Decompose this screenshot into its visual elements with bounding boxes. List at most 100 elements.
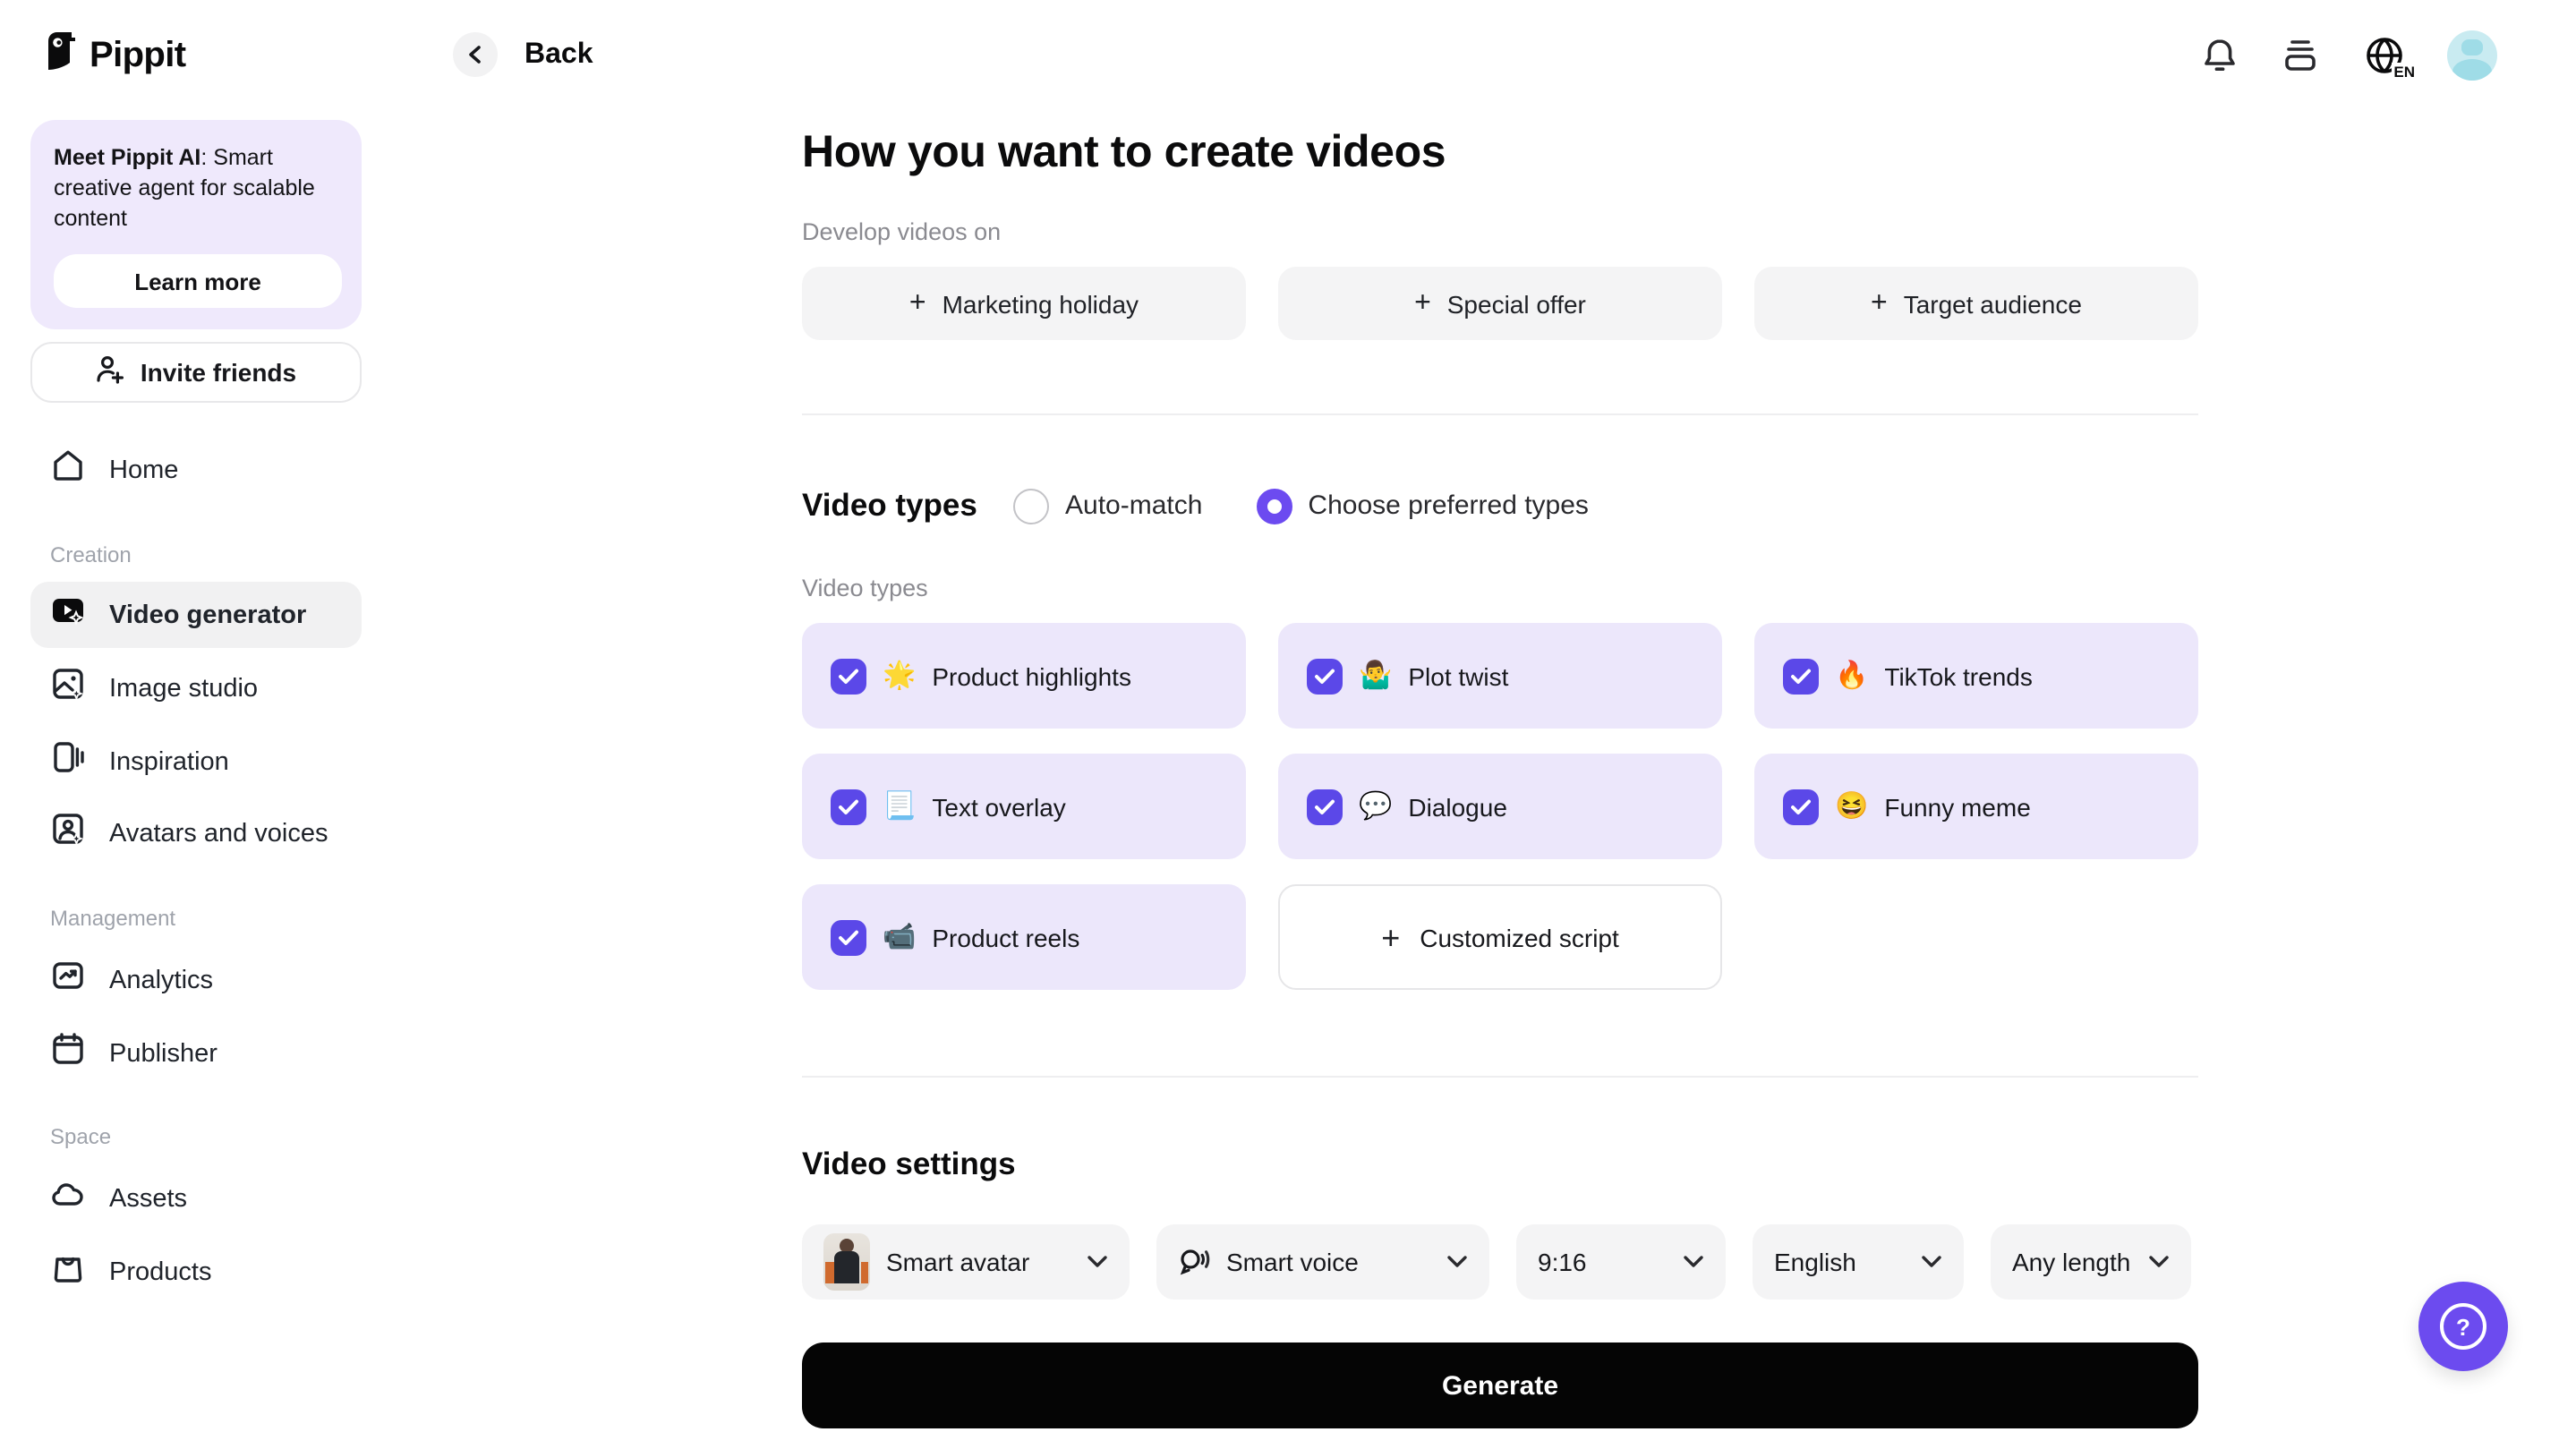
chevron-down-icon	[1921, 1246, 1942, 1278]
develop-videos-label: Develop videos on	[802, 218, 1001, 245]
sidebar-item-label: Publisher	[109, 1039, 218, 1068]
smart-voice-dropdown[interactable]: Smart voice	[1156, 1224, 1489, 1300]
topic-label: Special offer	[1447, 289, 1586, 318]
dropdown-label: Smart voice	[1226, 1248, 1359, 1276]
video-types-grid: 🌟 Product highlights 🤷‍♂️ Plot twist 🔥 T…	[802, 623, 2198, 990]
type-label: Funny meme	[1884, 792, 2030, 821]
type-card-funny-meme[interactable]: 😆 Funny meme	[1754, 754, 2198, 859]
develop-options: + Marketing holiday + Special offer + Ta…	[802, 267, 2198, 340]
type-label: Product reels	[932, 923, 1079, 951]
analytics-icon	[50, 958, 86, 1002]
app-window: Pippit Meet Pippit AI: Smart creative ag…	[0, 0, 2576, 1432]
user-avatar[interactable]	[2447, 30, 2497, 81]
section-label-creation: Creation	[50, 542, 132, 567]
help-button[interactable]: ?	[2418, 1282, 2508, 1371]
type-card-product-reels[interactable]: 📹 Product reels	[802, 884, 1246, 990]
section-label-management: Management	[50, 906, 175, 931]
sidebar-item-analytics[interactable]: Analytics	[30, 947, 362, 1013]
shopping-bag-icon	[50, 1249, 86, 1294]
video-camera-emoji: 📹	[883, 924, 916, 950]
sidebar-item-assets[interactable]: Assets	[30, 1165, 362, 1232]
sidebar-item-home[interactable]: Home	[30, 437, 362, 503]
type-card-text-overlay[interactable]: 📃 Text overlay	[802, 754, 1246, 859]
invite-friends-label: Invite friends	[141, 358, 296, 387]
add-marketing-holiday-button[interactable]: + Marketing holiday	[802, 267, 1246, 340]
shrug-emoji: 🤷‍♂️	[1359, 662, 1392, 689]
add-special-offer-button[interactable]: + Special offer	[1278, 267, 1722, 340]
sidebar-item-label: Analytics	[109, 966, 213, 994]
inspiration-icon	[50, 739, 86, 784]
chevron-down-icon	[1446, 1246, 1468, 1278]
radio-auto-match[interactable]: Auto-match	[1013, 488, 1202, 524]
promo-highlight: Meet Pippit AI	[54, 145, 200, 170]
type-card-tiktok-trends[interactable]: 🔥 TikTok trends	[1754, 623, 2198, 729]
divider	[802, 413, 2198, 415]
type-card-dialogue[interactable]: 💬 Dialogue	[1278, 754, 1722, 859]
brand-logo[interactable]: Pippit	[47, 30, 186, 81]
type-label: TikTok trends	[1884, 661, 2032, 690]
radio-choose-preferred-types[interactable]: Choose preferred types	[1256, 488, 1589, 524]
checkbox-checked-icon[interactable]	[1307, 788, 1343, 824]
back-button[interactable]: Back	[453, 32, 593, 77]
sidebar-item-video-generator[interactable]: Video generator	[30, 582, 362, 648]
invite-friends-button[interactable]: Invite friends	[30, 342, 362, 403]
sidebar-item-image-studio[interactable]: Image studio	[30, 655, 362, 721]
video-settings-heading: Video settings	[802, 1146, 1016, 1183]
aspect-ratio-dropdown[interactable]: 9:16	[1516, 1224, 1726, 1300]
avatars-voices-icon	[50, 811, 86, 856]
type-label: Dialogue	[1408, 792, 1507, 821]
speech-balloon-emoji: 💬	[1359, 793, 1392, 820]
plus-icon: +	[1414, 289, 1431, 318]
checkbox-checked-icon[interactable]	[831, 658, 866, 694]
checkbox-checked-icon[interactable]	[1783, 788, 1819, 824]
video-types-sublabel: Video types	[802, 575, 928, 601]
bell-icon	[2200, 35, 2239, 76]
avatar-person-icon	[2461, 39, 2483, 55]
plus-icon: +	[909, 289, 926, 318]
sidebar-item-publisher[interactable]: Publisher	[30, 1020, 362, 1087]
voice-icon	[1178, 1246, 1210, 1278]
type-card-product-highlights[interactable]: 🌟 Product highlights	[802, 623, 1246, 729]
customized-script-button[interactable]: + Customized script	[1278, 884, 1722, 990]
page-title: How you want to create videos	[802, 127, 1446, 179]
sidebar-item-label: Video generator	[109, 601, 306, 629]
sidebar-item-avatars-and-voices[interactable]: Avatars and voices	[30, 800, 362, 866]
learn-more-button[interactable]: Learn more	[54, 254, 342, 308]
checkbox-checked-icon[interactable]	[1307, 658, 1343, 694]
back-chevron-icon	[453, 32, 498, 77]
video-settings-row: Smart avatar Smart voice 9:16 English An…	[802, 1224, 2191, 1300]
cloud-icon	[50, 1176, 86, 1221]
topbar-actions: EN	[2198, 30, 2497, 81]
smart-avatar-dropdown[interactable]: Smart avatar	[802, 1224, 1130, 1300]
language-button[interactable]: EN	[2359, 32, 2410, 79]
plus-icon: +	[1871, 289, 1888, 318]
chevron-down-icon	[1087, 1246, 1108, 1278]
checkbox-checked-icon[interactable]	[1783, 658, 1819, 694]
add-target-audience-button[interactable]: + Target audience	[1754, 267, 2198, 340]
language-dropdown[interactable]: English	[1753, 1224, 1964, 1300]
tasks-button[interactable]	[2279, 32, 2322, 79]
plus-icon: +	[1381, 921, 1400, 953]
generate-button[interactable]: Generate	[802, 1342, 2198, 1428]
type-label: Text overlay	[932, 792, 1065, 821]
chevron-down-icon	[1683, 1246, 1704, 1278]
sidebar-item-products[interactable]: Products	[30, 1239, 362, 1305]
dropdown-label: English	[1774, 1248, 1856, 1276]
sidebar-item-label: Products	[109, 1257, 211, 1286]
sidebar-item-inspiration[interactable]: Inspiration	[30, 729, 362, 795]
sidebar-item-label: Home	[109, 456, 178, 484]
type-card-plot-twist[interactable]: 🤷‍♂️ Plot twist	[1278, 623, 1722, 729]
radio-label: Choose preferred types	[1308, 490, 1589, 521]
fire-emoji: 🔥	[1835, 662, 1868, 689]
checkbox-checked-icon[interactable]	[831, 919, 866, 955]
video-types-header: Video types Auto-match Choose preferred …	[802, 487, 1642, 524]
topic-label: Target audience	[1904, 289, 2082, 318]
length-dropdown[interactable]: Any length	[1991, 1224, 2191, 1300]
type-label: Plot twist	[1408, 661, 1508, 690]
checkbox-checked-icon[interactable]	[831, 788, 866, 824]
promo-text: Meet Pippit AI: Smart creative agent for…	[54, 143, 337, 234]
glowing-star-emoji: 🌟	[883, 662, 916, 689]
notifications-button[interactable]	[2198, 32, 2241, 79]
publisher-icon	[50, 1031, 86, 1076]
sidebar-item-label: Avatars and voices	[109, 819, 328, 848]
